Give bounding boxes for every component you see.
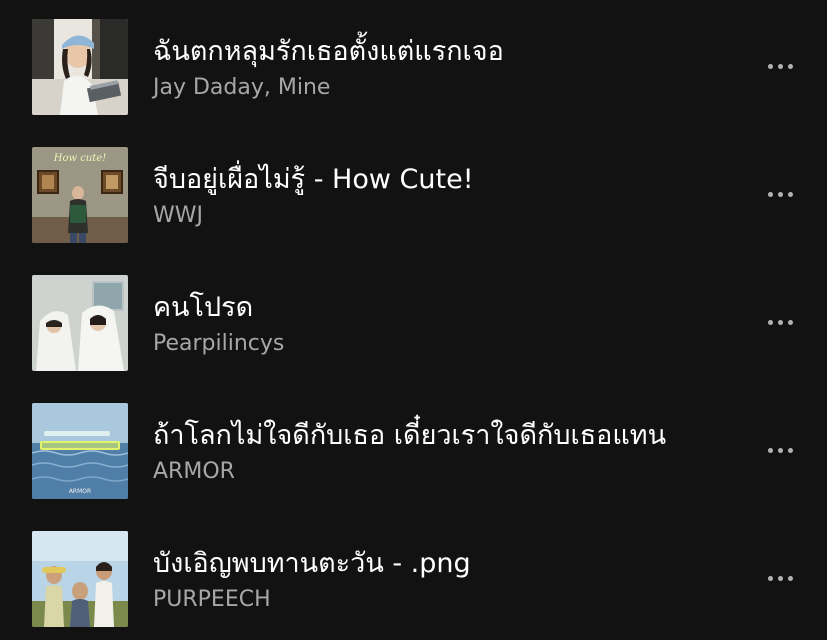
track-list: ฉันตกหลุมรักเธอตั้งแต่แรกเจอ Jay Daday, …	[0, 0, 827, 637]
track-artist[interactable]: Pearpilincys	[153, 330, 284, 358]
more-options-icon[interactable]	[758, 438, 802, 462]
track-artist[interactable]: PURPEECH	[153, 586, 271, 614]
track-title: จีบอยู่เผื่อไม่รู้ - How Cute!	[153, 164, 474, 195]
track-row[interactable]: How cute! จีบอยู่เผื่อไม่รู้ - How Cute!…	[0, 128, 827, 256]
track-artist[interactable]: WWJ	[153, 202, 203, 230]
track-title: บังเอิญพบทานตะวัน - .png	[153, 548, 471, 579]
track-row[interactable]: บังเอิญพบทานตะวัน - .png PURPEECH	[0, 512, 827, 640]
track-row[interactable]: ARMOR ถ้าโลกไม่ใจดีกับเธอ เดี๋ยวเราใจดีก…	[0, 384, 827, 512]
more-options-icon[interactable]	[758, 566, 802, 590]
more-options-icon[interactable]	[758, 54, 802, 78]
more-options-icon[interactable]	[758, 310, 802, 334]
album-art-girl-at-keyboard	[32, 19, 128, 115]
album-art-band-photo	[32, 531, 128, 627]
album-art-two-people-under-sheets	[32, 275, 128, 371]
track-row[interactable]: ฉันตกหลุมรักเธอตั้งแต่แรกเจอ Jay Daday, …	[0, 0, 827, 128]
track-title: ถ้าโลกไม่ใจดีกับเธอ เดี๋ยวเราใจดีกับเธอแ…	[153, 420, 667, 451]
album-art-text: ARMOR	[69, 488, 91, 495]
more-options-icon[interactable]	[758, 182, 802, 206]
track-row[interactable]: คนโปรด Pearpilincys	[0, 256, 827, 384]
track-artist[interactable]: ARMOR	[153, 458, 235, 486]
track-title: ฉันตกหลุมรักเธอตั้งแต่แรกเจอ	[153, 36, 504, 67]
album-art-museum-gallery: How cute!	[32, 147, 128, 243]
album-art-text: How cute!	[53, 153, 106, 164]
track-title: คนโปรด	[153, 292, 254, 323]
album-art-sea: ARMOR	[32, 403, 128, 499]
track-artist[interactable]: Jay Daday, Mine	[153, 74, 330, 102]
